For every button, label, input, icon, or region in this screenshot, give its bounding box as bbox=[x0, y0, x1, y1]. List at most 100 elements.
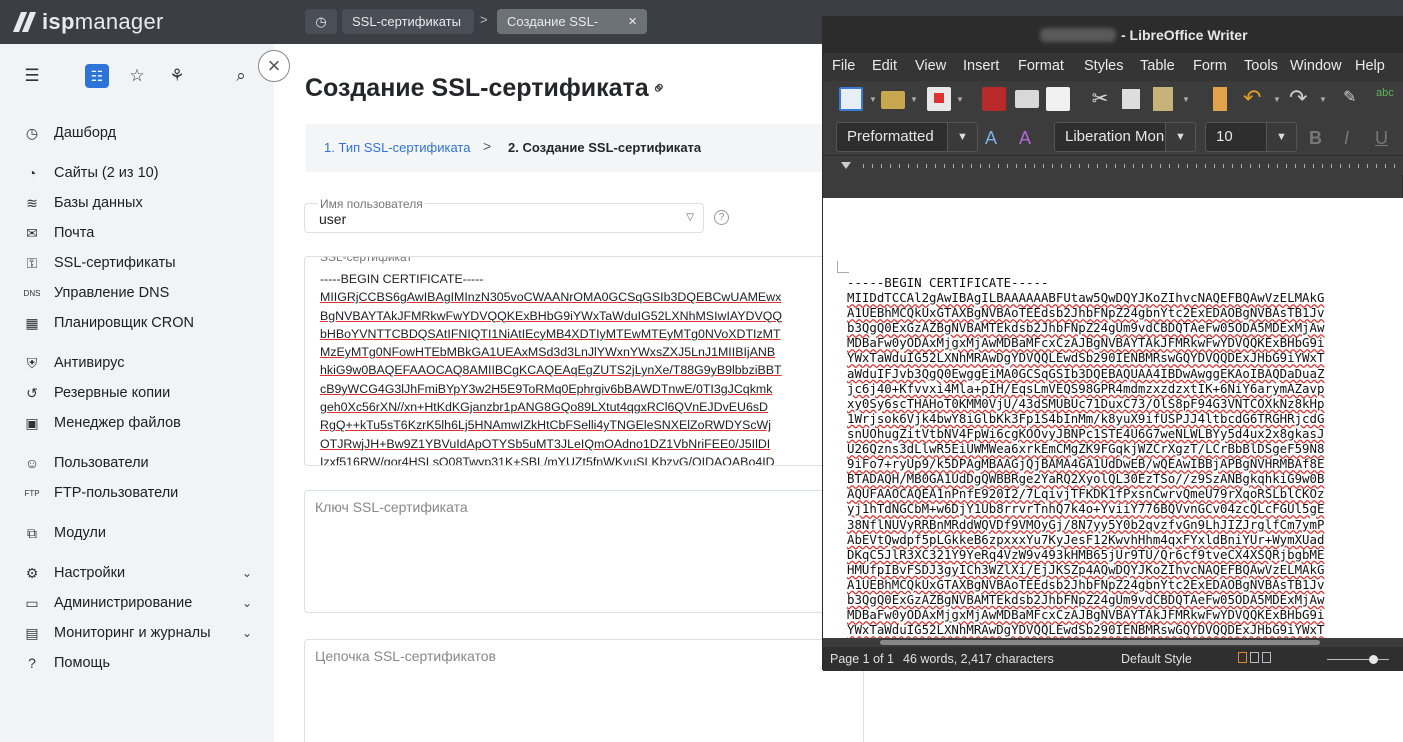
breadcrumb-ssl-certificates[interactable]: SSL-сертификаты bbox=[342, 9, 474, 34]
horizontal-scrollbar[interactable] bbox=[823, 638, 1403, 647]
sidebar-item-settings[interactable]: ⚙ Настройки ⌄ bbox=[22, 562, 252, 584]
document-area[interactable]: -----BEGIN CERTIFICATE----- MIIDdTCCAl2gA… bbox=[823, 198, 1403, 638]
sidebar-item-help[interactable]: ? Помощь bbox=[22, 652, 110, 674]
bold-icon[interactable]: B bbox=[1309, 128, 1322, 149]
sidebar-item-users[interactable]: ☺ Пользователи bbox=[22, 452, 149, 474]
new-document-icon[interactable] bbox=[839, 87, 863, 111]
chevron-down-icon[interactable]: ⌄ bbox=[242, 596, 252, 610]
link-icon[interactable]: ⚭ bbox=[647, 76, 673, 102]
menu-help[interactable]: Help bbox=[1355, 58, 1385, 74]
sidebar-item-modules[interactable]: ⧉ Модули bbox=[22, 522, 106, 544]
certificate-line: hkiG9w0BAQEFAAOCAQ8AMIIBCgKCAQEAqEgZUTS2… bbox=[320, 363, 782, 378]
sidebar-item-ftp-users[interactable]: FTP FTP-пользователи bbox=[22, 482, 178, 504]
sidebar-item-ssl-certificates[interactable]: ⚿ SSL-сертификаты bbox=[22, 252, 176, 274]
sidebar-item-cron[interactable]: ▦ Планировщик CRON bbox=[22, 312, 194, 334]
search-icon[interactable]: ⌕ bbox=[229, 64, 253, 88]
app-logo[interactable]: ispmanager bbox=[12, 9, 164, 35]
menu-view[interactable]: View bbox=[915, 58, 946, 74]
sidebar-item-sites[interactable]: ◔ Сайты (2 из 10) bbox=[22, 162, 159, 184]
menu-window[interactable]: Window bbox=[1290, 58, 1342, 74]
close-tab-icon[interactable]: × bbox=[628, 9, 637, 34]
menu-styles[interactable]: Styles bbox=[1084, 58, 1124, 74]
chevron-down-icon[interactable]: ⌄ bbox=[242, 626, 252, 640]
chevron-down-icon[interactable]: ⌄ bbox=[242, 566, 252, 580]
document-line: -----BEGIN CERTIFICATE----- bbox=[847, 275, 1049, 290]
print-icon[interactable] bbox=[1015, 90, 1039, 108]
export-pdf-icon[interactable] bbox=[982, 87, 1006, 111]
print-preview-icon[interactable] bbox=[1046, 87, 1070, 111]
zoom-knob[interactable] bbox=[1369, 655, 1378, 664]
ssl-chain-textarea[interactable]: Цепочка SSL-сертификатов bbox=[304, 639, 864, 742]
new-dropdown-icon[interactable]: ▼ bbox=[869, 95, 877, 104]
menu-edit[interactable]: Edit bbox=[872, 58, 897, 74]
sidebar-item-monitoring[interactable]: ▤ Мониторинг и журналы ⌄ bbox=[22, 622, 252, 644]
menu-tools[interactable]: Tools bbox=[1244, 58, 1278, 74]
ruler-tick bbox=[1340, 164, 1341, 168]
redo-dropdown-icon[interactable]: ▼ bbox=[1319, 95, 1327, 104]
breadcrumb-create-certificate[interactable]: Создание SSL-серт... × bbox=[497, 9, 647, 54]
open-dropdown-icon[interactable]: ▼ bbox=[910, 95, 918, 104]
underline-icon[interactable]: U bbox=[1375, 128, 1388, 149]
menu-insert[interactable]: Insert bbox=[963, 58, 999, 74]
sidebar-item-dashboard[interactable]: ◷ Дашборд bbox=[22, 122, 116, 144]
paragraph-style-dropdown-icon[interactable]: ▼ bbox=[947, 123, 977, 151]
username-select[interactable]: Имя пользователя user ▽ bbox=[304, 197, 704, 233]
save-icon[interactable] bbox=[927, 87, 951, 111]
ruler-tick bbox=[1385, 164, 1386, 168]
font-size-combo[interactable]: 10 ▼ bbox=[1205, 122, 1297, 152]
ruler-tick bbox=[1250, 164, 1251, 168]
paragraph-style-value: Preformatted bbox=[847, 128, 934, 145]
document-text[interactable]: -----BEGIN CERTIFICATE----- MIIDdTCCAl2gA… bbox=[847, 275, 1324, 637]
copy-icon[interactable] bbox=[1122, 89, 1140, 109]
help-icon[interactable]: ? bbox=[714, 210, 729, 225]
sidebar-item-databases[interactable]: ≋ Базы данных bbox=[22, 192, 143, 214]
view-layout-icons[interactable] bbox=[1238, 652, 1298, 666]
sidebar-item-file-manager[interactable]: ▣ Менеджер файлов bbox=[22, 412, 181, 434]
document-line: YWxTaWduIG52LXNhMRAwDgYDVQQLEwdSb290IENB… bbox=[847, 622, 1325, 638]
scrollbar-thumb[interactable] bbox=[880, 640, 1320, 645]
update-style-icon[interactable]: A bbox=[985, 128, 997, 149]
sidebar-item-dns[interactable]: DNS Управление DNS bbox=[22, 282, 170, 304]
libreoffice-titlebar[interactable]: - LibreOffice Writer bbox=[823, 17, 1403, 53]
paragraph-style-combo[interactable]: Preformatted ▼ bbox=[836, 122, 978, 152]
ssl-key-textarea[interactable]: Ключ SSL-сертификата bbox=[304, 490, 864, 613]
new-style-icon[interactable]: A bbox=[1019, 128, 1031, 149]
ruler-indent-marker[interactable] bbox=[841, 162, 851, 170]
close-panel-button[interactable]: × bbox=[258, 50, 290, 82]
page-count[interactable]: Page 1 of 1 bbox=[830, 652, 894, 666]
font-name-dropdown-icon[interactable]: ▼ bbox=[1165, 123, 1195, 151]
horizontal-ruler[interactable] bbox=[823, 155, 1403, 175]
menu-file[interactable]: File bbox=[832, 58, 855, 74]
list-view-icon[interactable]: ☷ bbox=[85, 64, 109, 88]
page-style[interactable]: Default Style bbox=[1121, 652, 1192, 666]
open-folder-icon[interactable] bbox=[881, 91, 905, 109]
font-name-combo[interactable]: Liberation Mono ▼ bbox=[1054, 122, 1196, 152]
word-count[interactable]: 46 words, 2,417 characters bbox=[903, 652, 1054, 666]
undo-icon[interactable]: ↶ bbox=[1243, 87, 1267, 111]
sidebar-item-backups[interactable]: ↺ Резервные копии bbox=[22, 382, 170, 404]
sidebar-item-administration[interactable]: ▭ Администрирование ⌄ bbox=[22, 592, 252, 614]
menu-table[interactable]: Table bbox=[1140, 58, 1175, 74]
sidebar-item-label: Модули bbox=[54, 525, 106, 541]
paste-icon[interactable] bbox=[1153, 87, 1173, 111]
menu-format[interactable]: Format bbox=[1018, 58, 1064, 74]
paste-dropdown-icon[interactable]: ▼ bbox=[1182, 95, 1190, 104]
redo-icon[interactable]: ↷ bbox=[1289, 87, 1313, 111]
step-ssl-type-link[interactable]: 1. Тип SSL-сертификата bbox=[324, 140, 470, 155]
sidebar-item-antivirus[interactable]: ⛨ Антивирус bbox=[22, 352, 125, 374]
favorites-star-icon[interactable]: ☆ bbox=[125, 64, 149, 88]
graph-icon[interactable]: ⚘ bbox=[165, 64, 189, 88]
font-size-dropdown-icon[interactable]: ▼ bbox=[1266, 123, 1296, 151]
spelling-icon[interactable]: abc bbox=[1376, 87, 1400, 111]
cut-icon[interactable]: ✂ bbox=[1088, 87, 1112, 111]
sidebar-item-mail[interactable]: ✉ Почта bbox=[22, 222, 94, 244]
save-dropdown-icon[interactable]: ▼ bbox=[956, 95, 964, 104]
menu-form[interactable]: Form bbox=[1193, 58, 1227, 74]
hamburger-menu-icon[interactable]: ☰ bbox=[20, 64, 44, 88]
undo-dropdown-icon[interactable]: ▼ bbox=[1273, 95, 1281, 104]
italic-icon[interactable]: I bbox=[1344, 128, 1349, 149]
clone-formatting-icon[interactable] bbox=[1213, 87, 1227, 111]
ssl-certificate-textarea[interactable]: SSL-сертификат -----BEGIN CERTIFICATE---… bbox=[304, 256, 864, 466]
find-replace-icon[interactable]: ✎ bbox=[1343, 87, 1367, 111]
dashboard-tab-icon[interactable]: ◷ bbox=[305, 9, 337, 34]
